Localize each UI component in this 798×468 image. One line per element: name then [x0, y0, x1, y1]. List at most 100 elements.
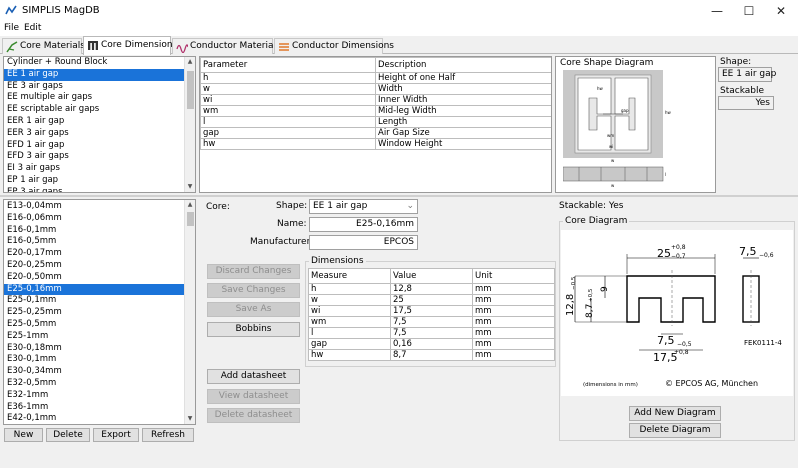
- core-list[interactable]: E13-0,04mm E16-0,06mm E16-0,1mm E16-0,5mm E2…: [3, 199, 196, 425]
- new-button[interactable]: New: [4, 428, 43, 442]
- table-cell[interactable]: Height of one Half: [375, 72, 551, 84]
- dimension-row[interactable]: w 25 mm: [308, 294, 555, 306]
- core-list-item[interactable]: E20-0,25mm: [4, 260, 195, 272]
- dimension-row[interactable]: l 7,5 mm: [308, 327, 555, 339]
- shape-list-item[interactable]: EP 1 air gap: [4, 175, 195, 187]
- table-cell[interactable]: Inner Width: [375, 94, 551, 106]
- table-cell[interactable]: h: [308, 283, 391, 295]
- name-input[interactable]: E25-0,16mm: [309, 217, 418, 232]
- dimension-row[interactable]: wi 17,5 mm: [308, 305, 555, 317]
- column-header[interactable]: Measure: [308, 268, 391, 284]
- maximize-button[interactable]: ☐: [733, 0, 765, 22]
- core-list-scrollbar[interactable]: ▲ ▼: [184, 200, 195, 424]
- table-cell[interactable]: wm: [308, 316, 391, 328]
- core-list-item[interactable]: E25-0,5mm: [4, 319, 195, 331]
- shape-list-item[interactable]: EI 3 air gaps: [4, 163, 195, 175]
- export-button[interactable]: Export: [93, 428, 139, 442]
- delete-button[interactable]: Delete: [46, 428, 90, 442]
- column-header[interactable]: Value: [390, 268, 473, 284]
- scroll-up-icon[interactable]: ▲: [185, 57, 195, 67]
- scroll-down-icon[interactable]: ▼: [185, 182, 195, 192]
- table-cell[interactable]: l: [308, 327, 391, 339]
- table-cell[interactable]: Width: [375, 83, 551, 95]
- column-header[interactable]: Unit: [472, 268, 555, 284]
- table-cell[interactable]: mm: [472, 327, 555, 339]
- parameter-row[interactable]: h Height of one Half: [200, 72, 551, 84]
- core-list-item[interactable]: E42-0,1mm: [4, 413, 195, 424]
- shape-list-item[interactable]: EE multiple air gaps: [4, 92, 195, 104]
- scroll-up-icon[interactable]: ▲: [185, 200, 195, 210]
- minimize-button[interactable]: —: [701, 0, 733, 22]
- tab-conductor-dimensions[interactable]: Conductor Dimensions: [274, 38, 394, 54]
- table-cell[interactable]: mm: [472, 283, 555, 295]
- shape-list-item[interactable]: EER 1 air gap: [4, 116, 195, 128]
- parameter-row[interactable]: w Width: [200, 83, 551, 95]
- table-cell[interactable]: h: [200, 72, 376, 84]
- delete-datasheet-button[interactable]: Delete datasheet: [207, 408, 300, 423]
- core-list-item[interactable]: E16-0,1mm: [4, 225, 195, 237]
- table-cell[interactable]: Mid-leg Width: [375, 105, 551, 117]
- dimension-row[interactable]: wm 7,5 mm: [308, 316, 555, 328]
- core-list-item[interactable]: E25-1mm: [4, 331, 195, 343]
- table-cell[interactable]: gap: [308, 338, 391, 350]
- parameter-row[interactable]: wm Mid-leg Width: [200, 105, 551, 117]
- table-cell[interactable]: wi: [308, 305, 391, 317]
- core-list-item[interactable]: E30-0,1mm: [4, 354, 195, 366]
- table-cell[interactable]: 17,5: [390, 305, 473, 317]
- table-cell[interactable]: 7,5: [390, 316, 473, 328]
- core-list-item[interactable]: E20-0,50mm: [4, 272, 195, 284]
- menu-file[interactable]: File: [4, 23, 19, 33]
- shape-list-item[interactable]: Cylinder + Round Block: [4, 57, 195, 69]
- shape-list-item[interactable]: EFD 3 air gaps: [4, 151, 195, 163]
- shape-list-item[interactable]: EER 3 air gaps: [4, 128, 195, 140]
- dimension-row[interactable]: hw 8,7 mm: [308, 349, 555, 361]
- core-list-item[interactable]: E25-0,1mm: [4, 295, 195, 307]
- table-cell[interactable]: w: [200, 83, 376, 95]
- core-list-item[interactable]: E13-0,04mm: [4, 201, 195, 213]
- view-datasheet-button[interactable]: View datasheet: [207, 389, 300, 404]
- table-cell[interactable]: 0,16: [390, 338, 473, 350]
- tab-core-dimensions[interactable]: Core Dimensions: [83, 36, 177, 55]
- table-cell[interactable]: hw: [200, 138, 376, 150]
- core-list-item[interactable]: E32-0,5mm: [4, 378, 195, 390]
- bobbins-button[interactable]: Bobbins: [207, 322, 300, 337]
- scroll-thumb[interactable]: [187, 212, 194, 226]
- shape-list-item[interactable]: EE 3 air gaps: [4, 81, 195, 93]
- core-list-item[interactable]: E32-1mm: [4, 390, 195, 402]
- core-list-item[interactable]: E30-0,34mm: [4, 366, 195, 378]
- scroll-thumb[interactable]: [187, 71, 194, 109]
- table-cell[interactable]: Air Gap Size: [375, 127, 551, 139]
- shape-list-item[interactable]: EFD 1 air gap: [4, 140, 195, 152]
- shape-list-scrollbar[interactable]: ▲ ▼: [184, 57, 195, 192]
- shape-list-item[interactable]: EE 1 air gap: [4, 68, 195, 81]
- add-datasheet-button[interactable]: Add datasheet: [207, 369, 300, 384]
- table-cell[interactable]: Window Height: [375, 138, 551, 150]
- parameter-row[interactable]: gap Air Gap Size: [200, 127, 551, 139]
- table-cell[interactable]: 12,8: [390, 283, 473, 295]
- table-cell[interactable]: mm: [472, 305, 555, 317]
- core-list-item[interactable]: E30-0,18mm: [4, 343, 195, 355]
- table-cell[interactable]: l: [200, 116, 376, 128]
- column-header[interactable]: Description: [375, 57, 551, 73]
- table-cell[interactable]: mm: [472, 316, 555, 328]
- core-list-item[interactable]: E16-0,06mm: [4, 213, 195, 225]
- table-cell[interactable]: 7,5: [390, 327, 473, 339]
- manufacturer-input[interactable]: EPCOS: [309, 235, 418, 250]
- add-new-diagram-button[interactable]: Add New Diagram: [629, 406, 721, 421]
- core-list-item[interactable]: E36-1mm: [4, 402, 195, 414]
- close-button[interactable]: ✕: [765, 0, 797, 22]
- table-cell[interactable]: wi: [200, 94, 376, 106]
- menu-edit[interactable]: Edit: [24, 23, 41, 33]
- core-list-item[interactable]: E25-0,16mm: [4, 283, 195, 296]
- table-cell[interactable]: 8,7: [390, 349, 473, 361]
- splitter[interactable]: [0, 195, 798, 197]
- discard-changes-button[interactable]: Discard Changes: [207, 264, 300, 279]
- dimension-row[interactable]: gap 0,16 mm: [308, 338, 555, 350]
- table-cell[interactable]: hw: [308, 349, 391, 361]
- save-changes-button[interactable]: Save Changes: [207, 283, 300, 298]
- table-cell[interactable]: mm: [472, 294, 555, 306]
- table-cell[interactable]: mm: [472, 338, 555, 350]
- save-as-button[interactable]: Save As: [207, 302, 300, 317]
- dimensions-table[interactable]: Measure Value Unit h 12,8 mm w 25 mm wi 17,5 mm wm 7,…: [308, 268, 555, 361]
- shape-list-item[interactable]: EP 3 air gaps: [4, 187, 195, 192]
